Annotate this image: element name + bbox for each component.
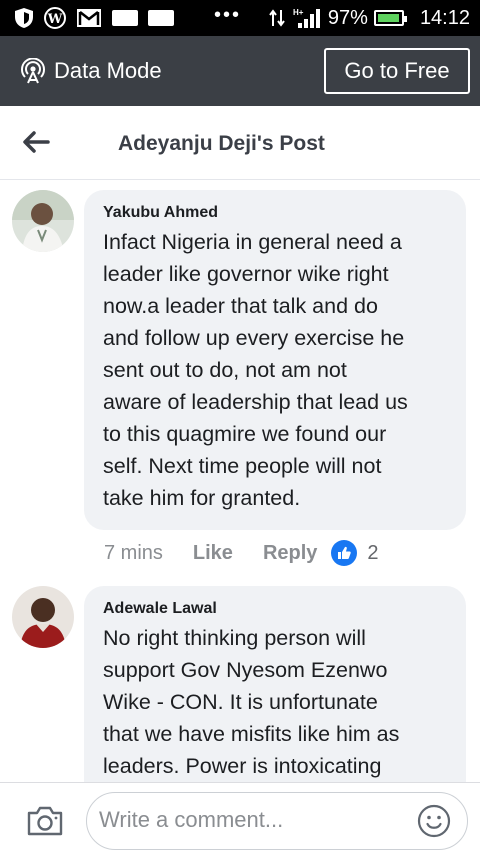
comment-input[interactable] (99, 793, 399, 847)
avatar[interactable] (12, 190, 74, 252)
comment-input-box (86, 792, 468, 850)
post-header: Adeyanju Deji's Post (0, 106, 480, 180)
svg-text:W: W (47, 12, 63, 27)
like-button[interactable]: Like (193, 542, 233, 565)
shield-icon (15, 8, 33, 28)
reply-button[interactable]: Reply (263, 542, 317, 565)
comment-composer (0, 782, 480, 854)
comment-text: Infact Nigeria in general need a leader … (103, 230, 408, 510)
comment-author[interactable]: Adewale Lawal (103, 600, 448, 618)
broadcast-icon (21, 58, 45, 84)
avatar[interactable] (12, 586, 74, 648)
more-notifications-icon: ••• (214, 4, 242, 26)
comment-bubble: Adewale Lawal No right thinking person w… (84, 586, 466, 806)
data-mode-bar: Data Mode Go to Free (0, 36, 480, 106)
comment-text: No right thinking person will support Go… (103, 626, 400, 778)
comment-bubble: Yakubu Ahmed Infact Nigeria in general n… (84, 190, 466, 530)
emoji-icon[interactable] (417, 804, 451, 838)
notification-icon (148, 10, 174, 26)
reaction-count: 2 (367, 541, 379, 564)
comment-author[interactable]: Yakubu Ahmed (103, 204, 448, 222)
data-transfer-icon (269, 9, 285, 27)
data-mode-label: Data Mode (54, 58, 162, 83)
comment-actions: 7 mins Like Reply 2 (104, 540, 379, 566)
camera-icon[interactable] (26, 805, 64, 837)
battery-percent: 97% (327, 6, 368, 29)
status-bar: W ••• H+ 97% 14:12 (0, 0, 480, 36)
battery-icon (373, 10, 407, 26)
like-reaction-icon[interactable] (331, 540, 358, 566)
go-to-free-button[interactable]: Go to Free (324, 48, 470, 94)
page-title: Adeyanju Deji's Post (118, 132, 325, 155)
comment-time: 7 mins (104, 541, 163, 564)
svg-text:H+: H+ (293, 8, 304, 17)
signal-icon: H+ (293, 8, 320, 28)
wordpress-icon: W (44, 7, 66, 29)
clock: 14:12 (419, 6, 470, 29)
gmail-icon (77, 9, 101, 27)
notification-icon (112, 10, 138, 26)
back-arrow-icon[interactable] (22, 130, 50, 154)
